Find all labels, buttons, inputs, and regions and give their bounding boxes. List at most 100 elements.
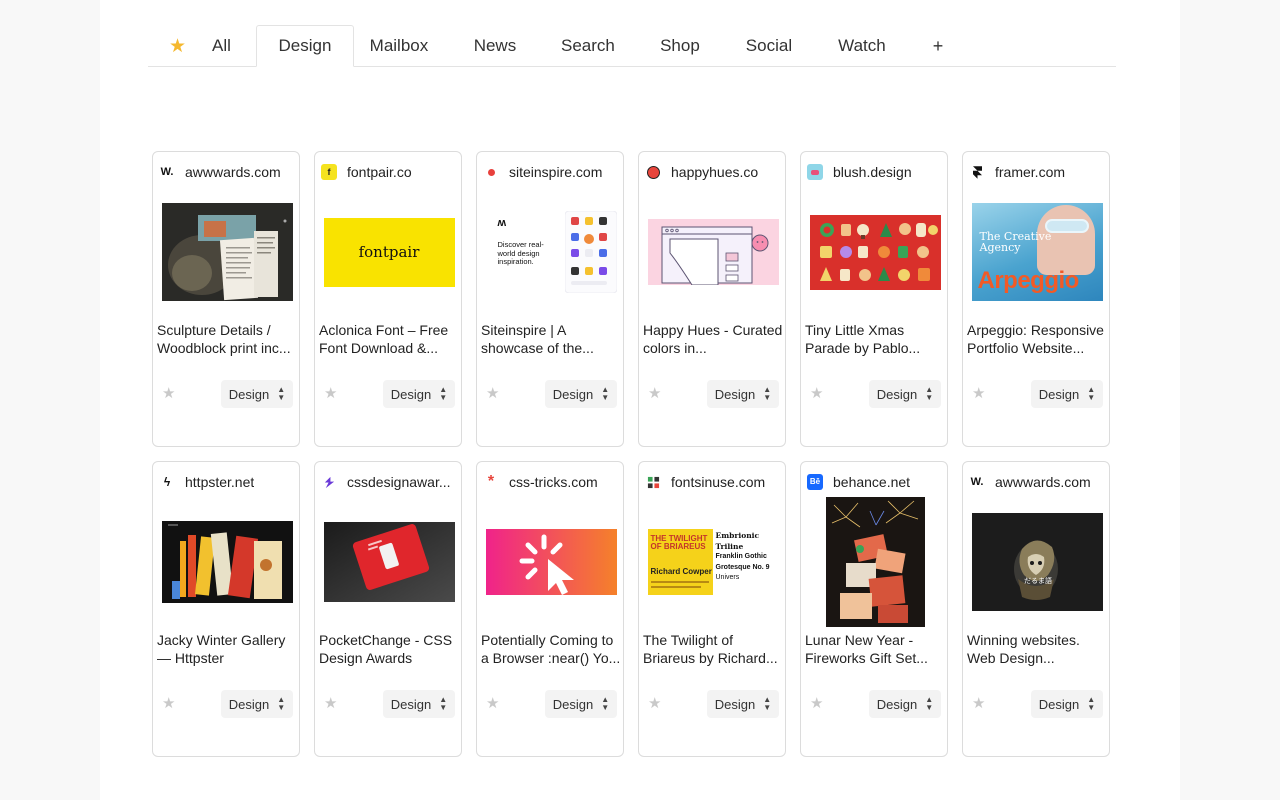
favorite-star-icon[interactable]: ★ [810,694,823,712]
category-select[interactable]: Design ▲ ▼ [869,690,941,718]
favorite-star-icon[interactable]: ★ [972,384,985,402]
tab-mailbox[interactable]: Mailbox [354,25,444,67]
bookmark-card[interactable]: fontsinuse.com THE TWILIGHT OF BRIAREUS … [638,461,786,757]
card-domain: blush.design [833,164,912,180]
category-select[interactable]: Design ▲ ▼ [707,690,779,718]
card-title[interactable]: PocketChange - CSS Design Awards [319,631,459,667]
card-thumbnail[interactable] [801,188,947,316]
select-arrows-icon: ▲ ▼ [601,695,610,712]
card-thumbnail[interactable]: The Creative Agency Arpeggio [963,188,1109,316]
card-thumbnail[interactable] [315,498,461,626]
awwwards-icon: W. [969,474,985,490]
favorite-star-icon[interactable]: ★ [486,694,499,712]
card-domain: behance.net [833,474,911,490]
bookmark-card[interactable]: siteinspire.com ʍ Discover real-world de… [476,151,624,447]
favorite-star-icon[interactable]: ★ [324,384,337,402]
card-title[interactable]: Sculpture Details / Woodblock print inc.… [157,321,297,357]
card-title[interactable]: Happy Hues - Curated colors in... [643,321,783,357]
tab-news[interactable]: News [444,25,546,67]
card-title[interactable]: Potentially Coming to a Browser :near() … [481,631,621,667]
select-arrows-icon: ▲ ▼ [439,695,448,712]
tab-watch[interactable]: Watch [808,25,916,67]
category-select[interactable]: Design ▲ ▼ [221,380,293,408]
favorite-star-icon[interactable]: ★ [648,384,661,402]
tab-all[interactable]: All [199,25,256,67]
fontsinuse-icon [645,474,661,490]
favorite-star-icon[interactable]: ★ [810,384,823,402]
add-tab-button[interactable]: + [916,25,960,67]
favorite-star-icon[interactable]: ★ [486,384,499,402]
tab-social[interactable]: Social [730,25,808,67]
card-title[interactable]: Arpeggio: Responsive Portfolio Website..… [967,321,1107,357]
card-thumbnail[interactable] [639,188,785,316]
bookmark-card[interactable]: ϟ httpster.net Jacky Winter Gallery — Ht… [152,461,300,757]
favorite-star-icon[interactable]: ★ [972,694,985,712]
card-thumbnail[interactable]: fontpair [315,188,461,316]
category-select[interactable]: Design ▲ ▼ [869,380,941,408]
bookmark-card[interactable]: f fontpair.co fontpair Aclonica Font – F… [314,151,462,447]
card-footer: ★ Design ▲ ▼ [639,690,785,718]
card-thumbnail[interactable]: だるま語 [963,498,1109,626]
card-title[interactable]: The Twilight of Briareus by Richard... [643,631,783,667]
cover-text-lines [650,581,709,583]
card-header: f fontpair.co [321,162,457,182]
favorite-star-icon[interactable]: ★ [648,694,661,712]
bookmark-card[interactable]: W. awwwards.com Sculpture Details / Wood… [152,151,300,447]
card-header: W. awwwards.com [159,162,295,182]
font-list: Embrionic Triline Franklin Gothic Grotes… [715,531,770,581]
select-arrows-icon: ▲ ▼ [925,385,934,402]
category-select[interactable]: Design ▲ ▼ [707,380,779,408]
category-select[interactable]: Design ▲ ▼ [1031,380,1103,408]
select-arrows-icon: ▲ ▼ [763,385,772,402]
card-domain: fontsinuse.com [671,474,766,490]
bookmark-card[interactable]: W. awwwards.com だるま語 Winning websites. W… [962,461,1110,757]
card-title[interactable]: Winning websites. Web Design... [967,631,1107,667]
card-footer: ★ Design ▲ ▼ [477,690,623,718]
bookmark-card[interactable]: cssdesignawar... PocketChange - CSS Desi… [314,461,462,757]
category-select[interactable]: Design ▲ ▼ [383,380,455,408]
bookmark-card[interactable]: * css-tricks.com Potentially Coming to a… [476,461,624,757]
card-domain: fontpair.co [347,164,412,180]
card-thumbnail[interactable] [477,498,623,626]
phone-mockup-icon [564,211,617,293]
card-domain: awwwards.com [185,164,281,180]
card-thumbnail[interactable] [153,498,299,626]
happyhues-icon [645,164,661,180]
card-footer: ★ Design ▲ ▼ [639,380,785,408]
tab-starred[interactable]: ★ [148,25,199,67]
httpster-icon: ϟ [163,475,171,489]
card-header: ϟ httpster.net [159,472,295,492]
card-title[interactable]: Aclonica Font – Free Font Download &... [319,321,459,357]
favorite-star-icon[interactable]: ★ [162,384,175,402]
favorite-star-icon[interactable]: ★ [324,694,337,712]
card-thumbnail[interactable] [801,496,947,628]
bookmark-card[interactable]: Bē behance.net Lunar New Year - Firework… [800,461,948,757]
favorite-star-icon[interactable]: ★ [162,694,175,712]
category-select[interactable]: Design ▲ ▼ [1031,690,1103,718]
card-thumbnail[interactable] [153,188,299,316]
cssdesignawards-icon [321,474,337,490]
category-select[interactable]: Design ▲ ▼ [545,380,617,408]
tab-design[interactable]: Design [255,25,354,67]
card-title[interactable]: Jacky Winter Gallery — Httpster [157,631,297,667]
card-thumbnail[interactable]: THE TWILIGHT OF BRIAREUS Richard Cowper … [639,498,785,626]
tab-search[interactable]: Search [546,25,630,67]
select-arrows-icon: ▲ ▼ [1087,695,1096,712]
bookmark-card[interactable]: happyhues.co Happy Hues - Curated colors… [638,151,786,447]
card-header: blush.design [807,162,943,182]
card-title[interactable]: Lunar New Year - Fireworks Gift Set... [805,631,945,667]
card-thumbnail[interactable]: ʍ Discover real-world design inspiration… [477,188,623,316]
card-title[interactable]: Siteinspire | A showcase of the... [481,321,621,357]
category-select[interactable]: Design ▲ ▼ [221,690,293,718]
card-footer: ★ Design ▲ ▼ [477,380,623,408]
tab-shop[interactable]: Shop [630,25,730,67]
card-domain: httpster.net [185,474,255,490]
thumbnail-image [161,521,293,603]
category-select[interactable]: Design ▲ ▼ [383,690,455,718]
card-title[interactable]: Tiny Little Xmas Parade by Pablo... [805,321,945,357]
card-header: * css-tricks.com [483,472,619,492]
category-select[interactable]: Design ▲ ▼ [545,690,617,718]
bookmark-card[interactable]: blush.design Tiny Little Xmas Parade by … [800,151,948,447]
bookmark-card[interactable]: framer.com The Creative Agency Arpeggio … [962,151,1110,447]
thumbnail-image: ʍ Discover real-world design inspiration… [485,211,617,293]
